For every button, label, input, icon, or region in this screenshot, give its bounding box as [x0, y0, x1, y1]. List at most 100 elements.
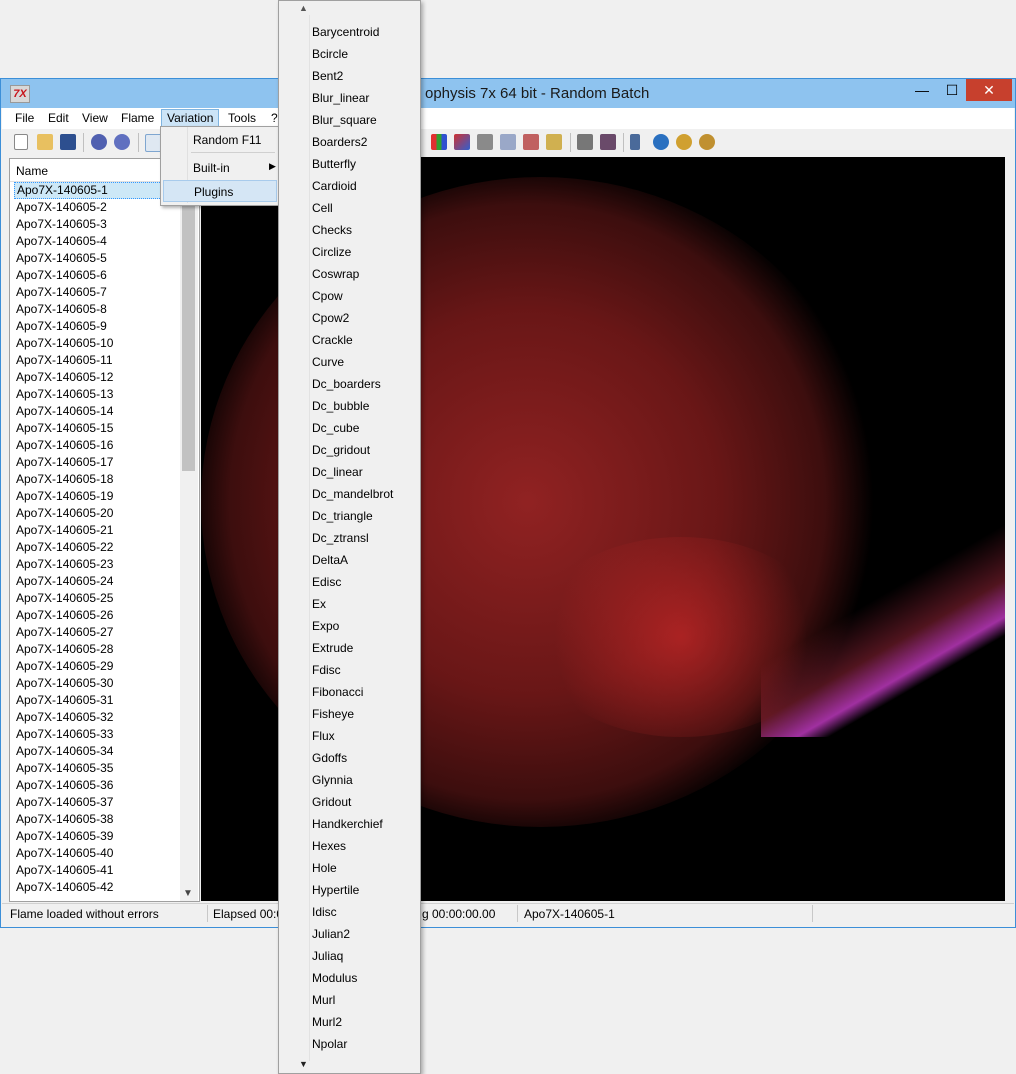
list-item[interactable]: Apo7X-140605-21: [14, 522, 180, 539]
new-icon[interactable]: [14, 134, 28, 150]
zoom-in-icon[interactable]: [676, 134, 692, 150]
list-item[interactable]: Apo7X-140605-14: [14, 403, 180, 420]
list-item[interactable]: Apo7X-140605-38: [14, 811, 180, 828]
menu-item-plugin[interactable]: Dc_ztransl: [312, 527, 418, 549]
list-item[interactable]: Apo7X-140605-16: [14, 437, 180, 454]
list-item[interactable]: Apo7X-140605-23: [14, 556, 180, 573]
list-item[interactable]: Apo7X-140605-35: [14, 760, 180, 777]
menu-item-plugin[interactable]: Bcircle: [312, 43, 418, 65]
menu-item-plugin[interactable]: Murl2: [312, 1011, 418, 1033]
scrollbar-thumb[interactable]: [182, 199, 195, 471]
menu-item-plugin[interactable]: Ex: [312, 593, 418, 615]
menu-item-plugin[interactable]: Dc_linear: [312, 461, 418, 483]
menu-item-plugin[interactable]: Cardioid: [312, 175, 418, 197]
palette-icon[interactable]: [431, 134, 447, 150]
list-item[interactable]: Apo7X-140605-36: [14, 777, 180, 794]
list-item[interactable]: Apo7X-140605-26: [14, 607, 180, 624]
maximize-button[interactable]: ☐: [937, 79, 967, 101]
menu-item-plugin[interactable]: Dc_mandelbrot: [312, 483, 418, 505]
list-item[interactable]: Apo7X-140605-24: [14, 573, 180, 590]
list-item[interactable]: Apo7X-140605-15: [14, 420, 180, 437]
menu-item-plugin[interactable]: Julian2: [312, 923, 418, 945]
options-icon[interactable]: [546, 134, 562, 150]
menu-item-plugin[interactable]: Extrude: [312, 637, 418, 659]
list-item[interactable]: Apo7X-140605-4: [14, 233, 180, 250]
menu-item-plugin[interactable]: Barycentroid: [312, 21, 418, 43]
list-item[interactable]: Apo7X-140605-3: [14, 216, 180, 233]
menu-item-plugin[interactable]: DeltaA: [312, 549, 418, 571]
menu-item-plugin[interactable]: Flux: [312, 725, 418, 747]
list-item[interactable]: Apo7X-140605-25: [14, 590, 180, 607]
menu-item-plugin[interactable]: Bent2: [312, 65, 418, 87]
list-item[interactable]: Apo7X-140605-2: [14, 199, 180, 216]
gradient-icon[interactable]: [454, 134, 470, 150]
list-header[interactable]: Name: [10, 159, 180, 182]
menu-item-plugin[interactable]: Edisc: [312, 571, 418, 593]
fullscreen-icon[interactable]: [577, 134, 593, 150]
menu-item-plugin[interactable]: Handkerchief: [312, 813, 418, 835]
list-item[interactable]: Apo7X-140605-5: [14, 250, 180, 267]
list-item[interactable]: Apo7X-140605-6: [14, 267, 180, 284]
list-item[interactable]: Apo7X-140605-32: [14, 709, 180, 726]
menu-item-plugin[interactable]: Butterfly: [312, 153, 418, 175]
menu-item-plugin[interactable]: Boarders2: [312, 131, 418, 153]
grid-icon[interactable]: [477, 134, 493, 150]
list-item[interactable]: Apo7X-140605-34: [14, 743, 180, 760]
menu-view[interactable]: View: [77, 110, 113, 127]
rotate-icon[interactable]: [653, 134, 669, 150]
list-item[interactable]: Apo7X-140605-41: [14, 862, 180, 879]
menu-item-plugin[interactable]: Dc_boarders: [312, 373, 418, 395]
save-icon[interactable]: [60, 134, 76, 150]
menu-item-plugin[interactable]: Dc_gridout: [312, 439, 418, 461]
menu-item-plugin[interactable]: Hypertile: [312, 879, 418, 901]
menu-item-plugin[interactable]: Npolar: [312, 1033, 418, 1055]
pointer-icon[interactable]: [630, 134, 640, 150]
menu-item-plugins[interactable]: Plugins: [163, 180, 277, 202]
list-item[interactable]: Apo7X-140605-13: [14, 386, 180, 403]
menu-file[interactable]: File: [10, 110, 39, 127]
list-item[interactable]: Apo7X-140605-12: [14, 369, 180, 386]
menu-item-plugin[interactable]: Expo: [312, 615, 418, 637]
menu-item-plugin[interactable]: Modulus: [312, 967, 418, 989]
menu-item-plugin[interactable]: Cell: [312, 197, 418, 219]
frame-icon[interactable]: [600, 134, 616, 150]
menu-item-plugin[interactable]: Blur_square: [312, 109, 418, 131]
scroll-up-icon[interactable]: ▲: [299, 3, 308, 13]
menu-item-plugin[interactable]: Fdisc: [312, 659, 418, 681]
menu-item-builtin[interactable]: Built-in: [163, 157, 277, 179]
scroll-down-icon[interactable]: ▼: [299, 1059, 308, 1069]
list-item[interactable]: Apo7X-140605-7: [14, 284, 180, 301]
list-item[interactable]: Apo7X-140605-17: [14, 454, 180, 471]
menu-item-plugin[interactable]: Glynnia: [312, 769, 418, 791]
menu-item-random[interactable]: Random F11: [163, 129, 277, 151]
list-item[interactable]: Apo7X-140605-33: [14, 726, 180, 743]
zoom-out-icon[interactable]: [699, 134, 715, 150]
list-item[interactable]: Apo7X-140605-11: [14, 352, 180, 369]
menu-item-plugin[interactable]: Checks: [312, 219, 418, 241]
list-item[interactable]: Apo7X-140605-10: [14, 335, 180, 352]
list-item[interactable]: Apo7X-140605-8: [14, 301, 180, 318]
list-item[interactable]: Apo7X-140605-29: [14, 658, 180, 675]
menu-item-plugin[interactable]: Hole: [312, 857, 418, 879]
scroll-down-icon[interactable]: ▼: [183, 888, 193, 899]
list-item[interactable]: Apo7X-140605-30: [14, 675, 180, 692]
edit-icon[interactable]: [523, 134, 539, 150]
batch-render-icon[interactable]: [114, 134, 130, 150]
menu-flame[interactable]: Flame: [116, 110, 159, 127]
open-icon[interactable]: [37, 134, 53, 150]
list-item[interactable]: Apo7X-140605-9: [14, 318, 180, 335]
list-item[interactable]: Apo7X-140605-1: [14, 182, 180, 199]
list-scrollbar[interactable]: ▼: [180, 159, 198, 901]
list-item[interactable]: Apo7X-140605-37: [14, 794, 180, 811]
list-item[interactable]: Apo7X-140605-27: [14, 624, 180, 641]
menu-item-plugin[interactable]: Gridout: [312, 791, 418, 813]
layers-icon[interactable]: [500, 134, 516, 150]
menu-item-plugin[interactable]: Dc_bubble: [312, 395, 418, 417]
list-item[interactable]: Apo7X-140605-40: [14, 845, 180, 862]
menu-item-plugin[interactable]: Crackle: [312, 329, 418, 351]
menu-item-plugin[interactable]: Murl: [312, 989, 418, 1011]
list-item[interactable]: Apo7X-140605-18: [14, 471, 180, 488]
menu-edit[interactable]: Edit: [43, 110, 74, 127]
menu-tools[interactable]: Tools: [223, 110, 261, 127]
menu-item-plugin[interactable]: Blur_linear: [312, 87, 418, 109]
